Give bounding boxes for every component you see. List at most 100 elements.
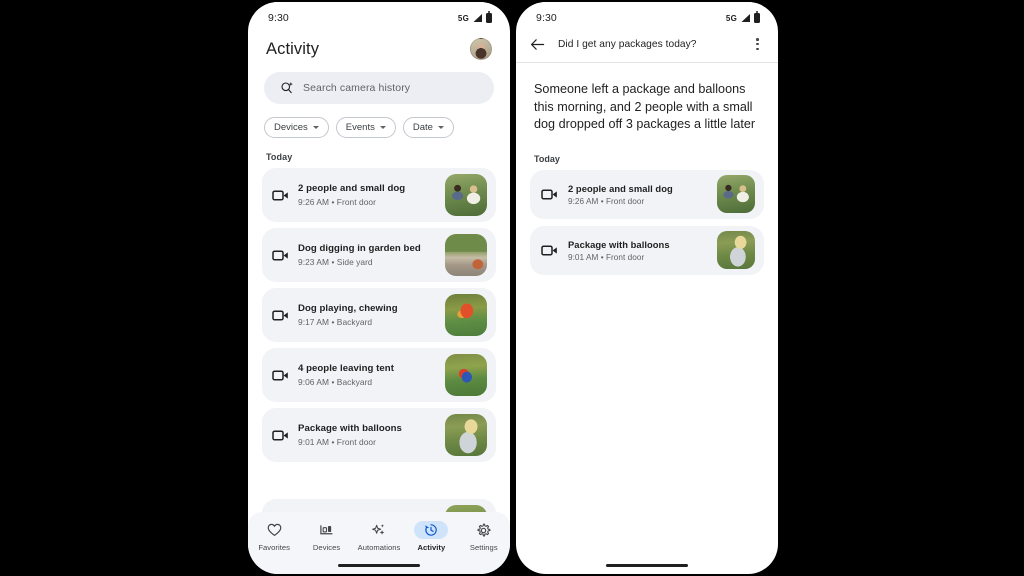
filter-chip-date-label: Date — [412, 122, 433, 133]
list-item-title: 2 people and small dog — [298, 183, 406, 195]
list-item-thumbnail[interactable] — [717, 175, 755, 214]
list-item-meta: 9:26 AM • Front door — [568, 196, 645, 206]
devices-icon — [320, 525, 333, 535]
list-item[interactable]: 4 people leaving tent 9:06 AM • Backyard — [262, 348, 496, 402]
nav-pill — [362, 521, 396, 539]
list-item-text: 4 people leaving tent 9:06 AM • Backyard — [298, 363, 436, 387]
nav-item-settings-label: Settings — [469, 543, 498, 552]
list-item-title: 2 people and small dog — [568, 183, 673, 195]
history-clock-icon — [425, 524, 438, 536]
chevron-down-icon — [437, 126, 444, 129]
list-item[interactable]: 2 people and small dog 9:26 AM • Front d… — [530, 169, 764, 219]
list-item-text: Package with balloons 9:01 AM • Front do… — [568, 239, 707, 262]
filter-chips: Devices Events Date — [248, 104, 510, 138]
list-item-meta: 9:23 AM • Side yard — [298, 256, 373, 267]
list-item-thumbnail[interactable] — [445, 354, 487, 396]
section-label-today: Today — [534, 153, 560, 164]
list-item-text: 2 people and small dog 9:26 AM • Front d… — [298, 183, 436, 207]
video-camera-icon — [272, 189, 288, 201]
gesture-home-bar[interactable] — [338, 564, 420, 567]
chevron-down-icon — [379, 126, 386, 129]
nav-item-activity-label: Activity — [417, 543, 446, 552]
list-item-meta: 9:17 AM • Backyard — [298, 316, 373, 327]
nav-pill — [310, 521, 344, 539]
search-placeholder: Search camera history — [303, 82, 411, 94]
list-item[interactable]: Package with balloons 9:01 AM • Front do… — [262, 408, 496, 462]
list-item[interactable]: Dog digging in garden bed 9:23 AM • Side… — [262, 228, 496, 282]
network-label: 5G — [457, 13, 469, 23]
list-item-meta: 9:01 AM • Front door — [568, 252, 645, 262]
list-item-title: Dog digging in garden bed — [298, 243, 421, 255]
list-item-thumbnail[interactable] — [445, 414, 487, 456]
signal-bars-icon — [473, 14, 482, 22]
nav-item-automations-label: Automations — [357, 543, 401, 552]
list-item-text: Dog digging in garden bed 9:23 AM • Side… — [298, 243, 436, 267]
search-input[interactable]: Search camera history — [264, 72, 494, 104]
status-time: 9:30 — [536, 12, 557, 24]
nav-item-activity[interactable]: Activity — [406, 521, 456, 552]
app-header: Activity — [248, 28, 510, 68]
screenshot-stage: 9:30 5G Activity Search camera history D… — [0, 0, 1024, 576]
list-item-text: Dog playing, chewing 9:17 AM • Backyard — [298, 303, 436, 327]
signal-bars-icon — [741, 14, 750, 22]
list-item-text: 2 people and small dog 9:26 AM • Front d… — [568, 183, 707, 206]
status-bar-left: 9:30 5G — [248, 2, 510, 28]
list-item-thumbnail[interactable] — [717, 231, 755, 270]
list-item-thumbnail[interactable] — [445, 234, 487, 276]
nav-pill — [257, 521, 291, 539]
phone-right-search-results-screen: 9:30 5G Did I get any packages today? So… — [516, 2, 778, 574]
status-bar-right: 9:30 5G — [516, 2, 778, 28]
back-arrow-icon[interactable] — [530, 38, 545, 51]
filter-chip-events-label: Events — [345, 122, 375, 133]
filter-chip-devices-label: Devices — [274, 122, 308, 133]
list-item[interactable]: Dog playing, chewing 9:17 AM • Backyard — [262, 288, 496, 342]
nav-item-favorites[interactable]: Favorites — [249, 521, 299, 552]
section-label-today: Today — [266, 152, 293, 162]
filter-chip-date[interactable]: Date — [402, 117, 454, 138]
chevron-down-icon — [312, 126, 319, 129]
list-item-text: Package with balloons 9:01 AM • Front do… — [298, 423, 436, 447]
network-label: 5G — [725, 13, 737, 23]
nav-item-automations[interactable]: Automations — [354, 521, 404, 552]
search-result-header: Did I get any packages today? — [516, 28, 778, 64]
nav-item-settings[interactable]: Settings — [459, 521, 509, 552]
list-item-meta: 9:06 AM • Backyard — [298, 376, 373, 387]
battery-icon — [486, 11, 492, 23]
list-item[interactable]: 2 people and small dog 9:26 AM • Front d… — [262, 168, 496, 222]
heart-icon — [267, 523, 282, 537]
nav-item-favorites-label: Favorites — [258, 543, 291, 552]
list-item-title: Package with balloons — [298, 423, 402, 435]
search-query-text[interactable]: Did I get any packages today? — [558, 39, 740, 50]
video-camera-icon — [272, 309, 288, 321]
filter-chip-devices[interactable]: Devices — [264, 117, 329, 138]
status-indicators: 5G — [725, 11, 760, 23]
activity-list: 2 people and small dog 9:26 AM • Front d… — [248, 168, 510, 462]
video-camera-icon — [541, 245, 557, 256]
nav-pill-active — [414, 521, 449, 539]
phone-left-activity-screen: 9:30 5G Activity Search camera history D… — [248, 2, 510, 574]
ai-summary-text: Someone left a package and balloons this… — [534, 82, 756, 132]
video-camera-icon — [272, 429, 288, 441]
search-sparkle-icon — [281, 82, 293, 94]
gear-icon — [477, 523, 491, 536]
nav-item-devices[interactable]: Devices — [302, 521, 352, 552]
video-camera-icon — [541, 189, 557, 200]
filter-chip-events[interactable]: Events — [335, 117, 396, 138]
search-results-list: 2 people and small dog 9:26 AM • Front d… — [516, 169, 778, 275]
gesture-home-bar[interactable] — [606, 564, 688, 567]
page-title: Activity — [266, 39, 320, 58]
more-vertical-icon[interactable] — [753, 36, 762, 52]
list-item-thumbnail[interactable] — [445, 294, 487, 336]
list-item-meta: 9:01 AM • Front door — [298, 436, 376, 447]
status-indicators: 5G — [457, 11, 492, 23]
list-item-title: 4 people leaving tent — [298, 363, 394, 375]
battery-icon — [754, 11, 760, 23]
status-time: 9:30 — [268, 12, 289, 24]
nav-pill — [467, 521, 501, 539]
video-camera-icon — [272, 249, 288, 261]
list-item-thumbnail[interactable] — [445, 174, 487, 216]
list-item[interactable]: Package with balloons 9:01 AM • Front do… — [530, 225, 764, 275]
profile-avatar[interactable] — [470, 38, 492, 60]
sparkle-icon — [372, 524, 385, 535]
list-item-meta: 9:26 AM • Front door — [298, 196, 376, 207]
